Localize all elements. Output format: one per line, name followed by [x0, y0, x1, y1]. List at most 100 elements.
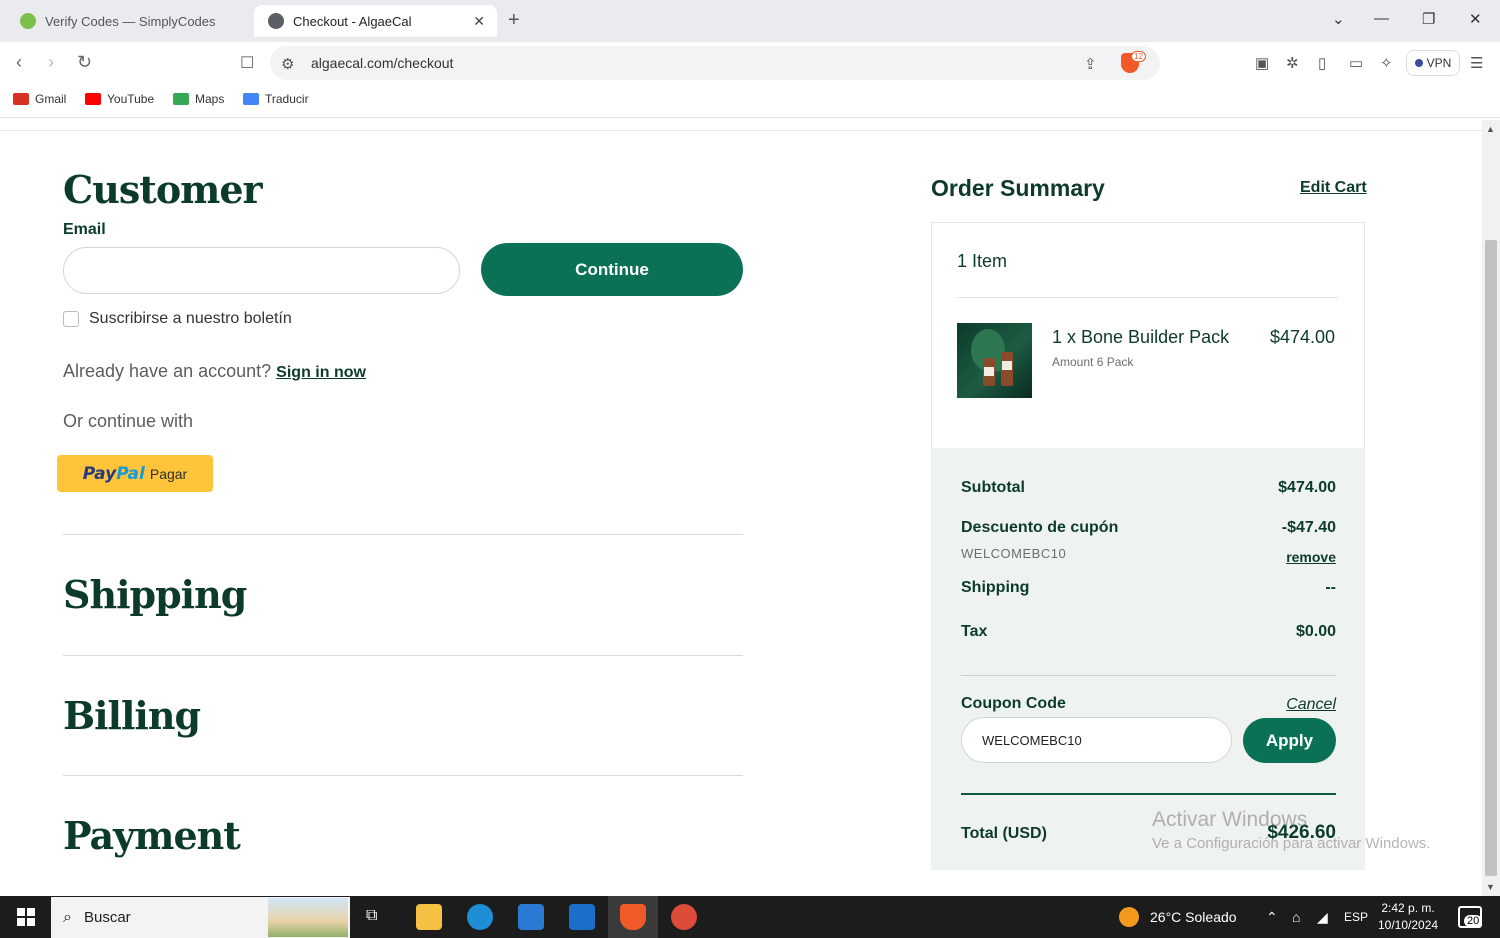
bottle-graphic: [983, 358, 995, 386]
task-view-icon[interactable]: ⧉: [366, 907, 377, 925]
reload-icon[interactable]: ↻: [77, 52, 92, 73]
paypal-logo-pay: Pay: [82, 463, 117, 484]
extensions-icon[interactable]: ✲: [1286, 54, 1299, 72]
wifi-icon[interactable]: ◢: [1317, 909, 1328, 926]
device-icon[interactable]: ⌂: [1292, 909, 1300, 925]
paypal-action-label: Pagar: [149, 465, 188, 482]
bottle-graphic: [1001, 352, 1013, 386]
file-explorer-icon[interactable]: [416, 904, 442, 930]
minimize-icon[interactable]: —: [1374, 10, 1389, 27]
menu-icon[interactable]: ☰: [1470, 54, 1483, 72]
bookmark-icon[interactable]: ☐: [240, 53, 254, 73]
search-icon: ⌕: [63, 908, 72, 926]
sidebar-icon[interactable]: ▯: [1318, 54, 1326, 72]
taskbar-search-label: Buscar: [83, 909, 131, 926]
taskbar-clock[interactable]: 2:42 p. m. 10/10/2024: [1378, 900, 1438, 934]
page-header-border: [0, 130, 1482, 131]
subtotal-label: Subtotal: [961, 479, 1025, 496]
items-divider: [957, 297, 1338, 298]
wallet-icon[interactable]: ▭: [1349, 54, 1363, 72]
tab-strip: Verify Codes — SimplyCodes Checkout - Al…: [0, 0, 1500, 42]
windows-start-icon[interactable]: [17, 908, 35, 926]
paypal-logo-pal: Pal: [116, 463, 145, 484]
site-info-icon[interactable]: ⚙: [281, 55, 294, 73]
tab-verify-codes[interactable]: Verify Codes — SimplyCodes: [6, 5, 250, 37]
search-highlight-illustration: [268, 898, 348, 937]
vpn-button[interactable]: VPN: [1406, 50, 1460, 76]
share-icon[interactable]: ⇪: [1084, 55, 1097, 73]
leo-ai-icon[interactable]: ✧: [1380, 54, 1393, 72]
bookmark-gmail[interactable]: Gmail: [13, 92, 66, 106]
brave-browser-icon[interactable]: [620, 904, 646, 930]
youtube-icon: [85, 93, 101, 105]
discount-value: -$47.40: [1281, 519, 1336, 536]
edit-cart-link[interactable]: Edit Cart: [1300, 179, 1367, 197]
bookmark-label: Gmail: [35, 92, 67, 106]
paypal-logo-icon: PayPal: [83, 464, 145, 484]
coupon-code-input[interactable]: [961, 717, 1232, 763]
forward-icon[interactable]: ›: [48, 52, 54, 73]
scrollbar-thumb[interactable]: [1485, 240, 1497, 876]
sun-icon: [1119, 907, 1139, 927]
discount-label: Descuento de cupón: [961, 519, 1119, 536]
email-label: Email: [63, 221, 106, 238]
coupon-code-label: Coupon Code: [961, 695, 1066, 712]
weather-text[interactable]: 26°C Soleado: [1150, 909, 1237, 925]
subtotal-value: $474.00: [1278, 479, 1336, 496]
store-icon[interactable]: [518, 904, 544, 930]
email-field[interactable]: [63, 247, 460, 294]
product-price: $474.00: [1270, 327, 1336, 347]
restore-icon[interactable]: ❐: [1422, 10, 1435, 28]
gmail-icon: [13, 93, 29, 105]
tab-title: Verify Codes — SimplyCodes: [45, 13, 216, 29]
section-divider: [63, 775, 743, 776]
panel-divider: [961, 675, 1336, 676]
shipping-label: Shipping: [961, 579, 1030, 596]
applied-coupon-code: WELCOMEBC10: [961, 546, 1067, 561]
sign-in-link[interactable]: Sign in now: [276, 364, 366, 381]
paypal-button[interactable]: PayPal Pagar: [57, 455, 213, 492]
url-text[interactable]: algaecal.com/checkout: [311, 55, 453, 71]
language-indicator[interactable]: ESP: [1344, 910, 1368, 924]
close-window-icon[interactable]: ✕: [1469, 10, 1482, 28]
tax-label: Tax: [961, 623, 988, 640]
edge-icon[interactable]: [467, 904, 493, 930]
tax-value: $0.00: [1295, 623, 1336, 640]
product-name: 1 x Bone Builder Pack: [1052, 327, 1230, 347]
scroll-up-icon[interactable]: ▲: [1486, 124, 1495, 134]
notification-count-badge: 20: [1464, 915, 1483, 927]
bookmark-label: Traducir: [265, 92, 309, 106]
total-divider: [961, 793, 1336, 795]
bookmark-youtube[interactable]: YouTube: [85, 92, 154, 106]
tray-chevron-icon[interactable]: ⌃: [1266, 909, 1278, 926]
clock-time: 2:42 p. m.: [1381, 901, 1435, 915]
new-tab-icon[interactable]: +: [508, 9, 520, 32]
close-tab-icon[interactable]: ✕: [473, 13, 485, 30]
vpn-status-icon: [1414, 59, 1423, 67]
windows-activation-hint: Ve a Configuración para activar Windows.: [1152, 835, 1431, 852]
shipping-value: --: [1325, 579, 1336, 596]
cancel-coupon-link[interactable]: Cancel: [1286, 696, 1336, 714]
total-label: Total (USD): [961, 825, 1047, 842]
chrome-icon[interactable]: [671, 904, 697, 930]
mail-icon[interactable]: [569, 904, 595, 930]
section-divider: [63, 534, 743, 535]
shield-count-badge: 12: [1131, 51, 1146, 62]
tab-checkout[interactable]: Checkout - AlgaeCal ✕: [254, 5, 497, 37]
continue-button[interactable]: Continue: [481, 243, 743, 296]
tab-list-chevron-icon[interactable]: ⌄: [1332, 10, 1345, 28]
product-variant: Amount 6 Pack: [1052, 355, 1134, 369]
bookmark-traducir[interactable]: Traducir: [243, 92, 309, 106]
reader-icon[interactable]: ▣: [1255, 54, 1269, 72]
tab-title: Checkout - AlgaeCal: [293, 13, 412, 29]
bookmark-maps[interactable]: Maps: [173, 92, 224, 106]
apply-coupon-button[interactable]: Apply: [1243, 718, 1336, 763]
scroll-down-icon[interactable]: ▼: [1486, 882, 1495, 892]
simplycodes-favicon-icon: [20, 13, 36, 29]
newsletter-option[interactable]: Suscribirse a nuestro boletín: [63, 310, 292, 328]
back-icon[interactable]: ‹: [16, 52, 22, 73]
remove-coupon-link[interactable]: remove: [1286, 549, 1336, 565]
items-count: 1 Item: [957, 251, 1008, 271]
bookmark-label: YouTube: [107, 92, 155, 106]
newsletter-checkbox[interactable]: [63, 311, 79, 327]
